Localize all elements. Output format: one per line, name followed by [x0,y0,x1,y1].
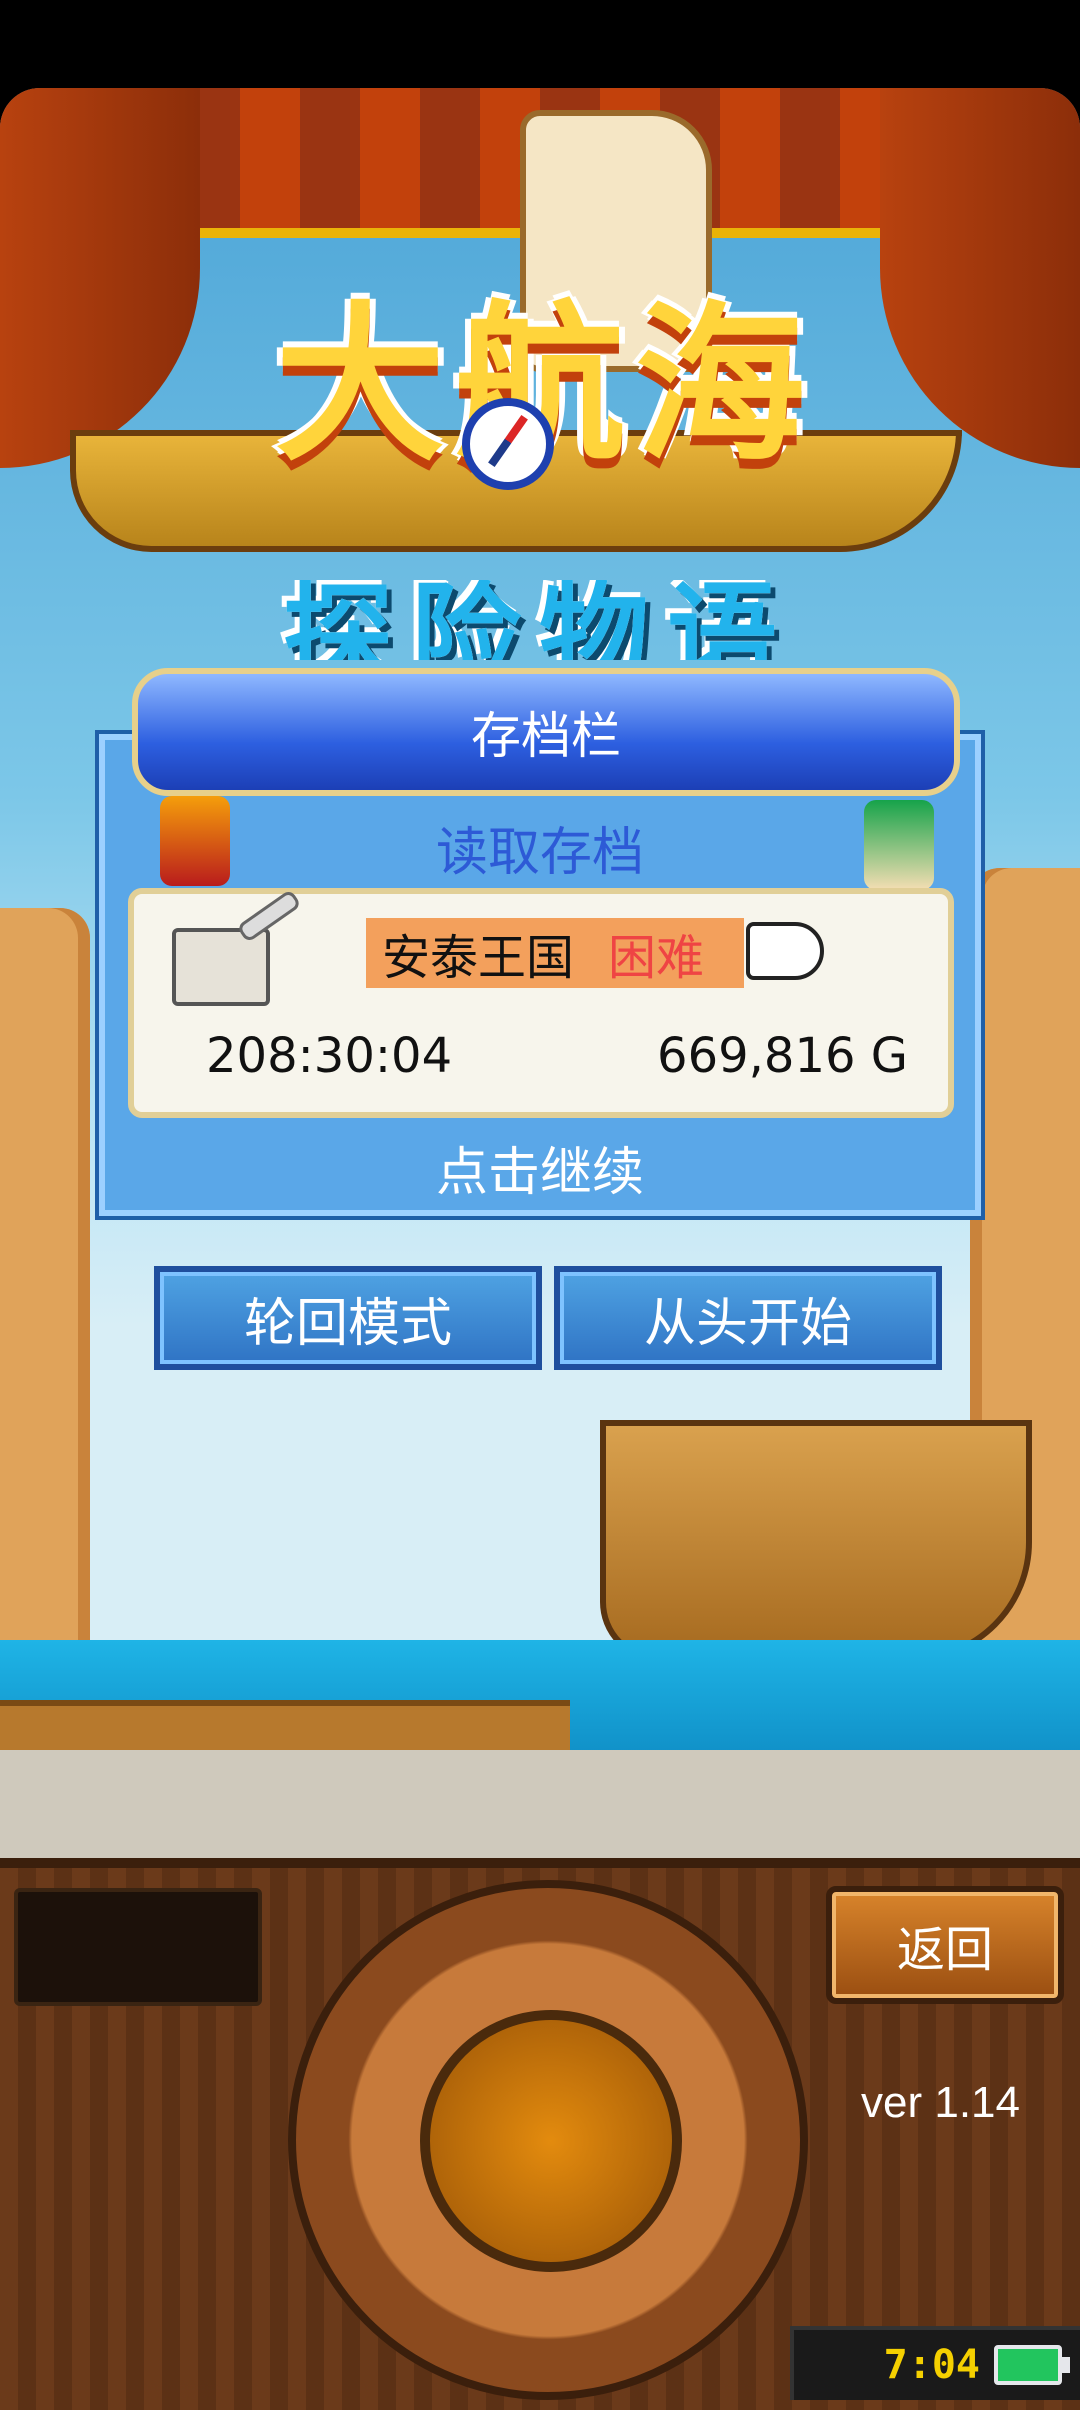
game-logo-subtitle: 探 险 物 语 [150,580,910,660]
tap-to-continue[interactable]: 点击继续 [0,1130,1080,1205]
logo-sub-char: 物 [539,580,649,660]
wooden-dock [0,1700,570,1750]
compass-icon [462,398,554,490]
difficulty-label: 困难 [608,930,705,986]
status-clock-box: 7:04 [790,2326,1080,2400]
logo-sub-char: 探 [283,580,393,660]
battery-icon [994,2345,1070,2385]
save-slot-card[interactable]: 安泰王国 困难 208:30:04 669,816 G [128,888,954,1118]
console-screen-slot [14,1888,262,2006]
save-panel-header: 存档栏 [132,668,960,796]
save-slot-kingdom-badge: 安泰王国 困难 [366,918,744,988]
pointing-hand-icon [746,922,824,980]
logo-char: 海 [635,287,806,485]
dial-center-button[interactable] [420,2010,682,2272]
version-label: ver 1.14 [861,2078,1020,2127]
load-save-title: 读取存档 [435,823,644,883]
play-time: 208:30:04 [206,1028,453,1084]
book-quill-icon [172,928,270,1006]
logo-sub-char: 语 [667,580,777,660]
rebirth-mode-button[interactable]: 轮回模式 [154,1266,542,1370]
new-game-button[interactable]: 从头开始 [554,1266,942,1370]
gold-amount: 669,816 G [657,1028,908,1084]
cliff-left [0,908,90,1728]
logo-sub-char: 险 [411,580,521,660]
shore-rocks [0,1750,1080,1860]
pirate-ship [600,1420,1032,1662]
back-button[interactable]: 返回 [826,1886,1064,2004]
kingdom-name: 安泰王国 [382,930,575,986]
clock-time: 7:04 [883,2342,980,2388]
logo-char: 大 [274,287,445,485]
